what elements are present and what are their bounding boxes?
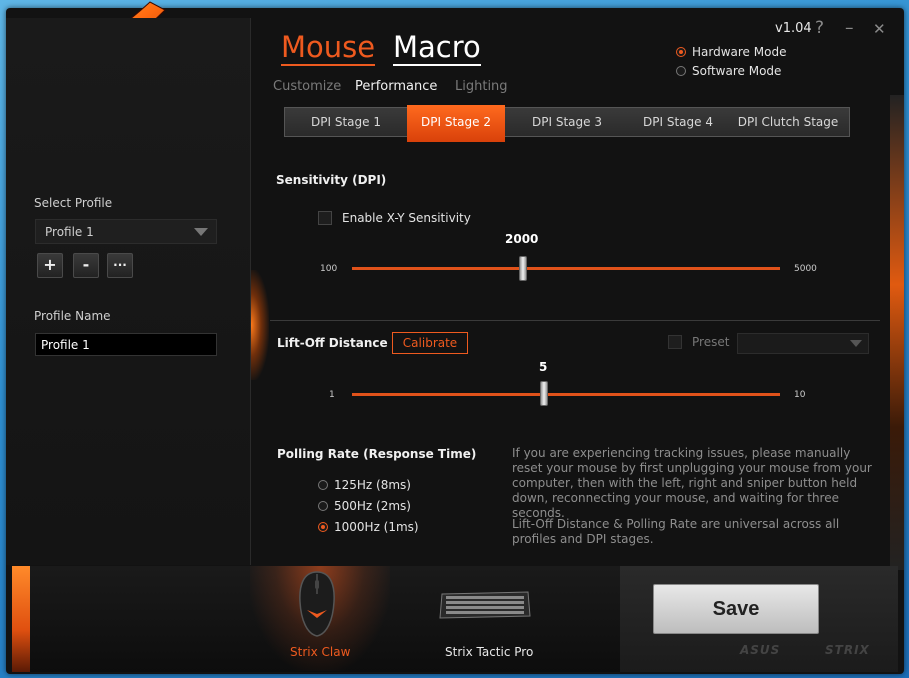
device-bar-accent bbox=[12, 566, 30, 672]
software-mode-label: Software Mode bbox=[692, 64, 782, 78]
tab-dpi-clutch-stage[interactable]: DPI Clutch Stage bbox=[727, 108, 849, 136]
preset-select[interactable] bbox=[737, 333, 869, 354]
profile-select[interactable]: Profile 1 bbox=[35, 219, 217, 244]
radio-icon bbox=[676, 66, 686, 76]
sensitivity-slider-track[interactable] bbox=[352, 267, 780, 270]
xy-sensitivity-label: Enable X-Y Sensitivity bbox=[342, 211, 471, 225]
keyboard-device-icon[interactable] bbox=[438, 588, 532, 622]
tab-macro[interactable]: Macro bbox=[393, 30, 481, 66]
sensitivity-value: 2000 bbox=[505, 232, 539, 246]
accent-glow bbox=[251, 270, 269, 380]
tab-dpi-stage-1[interactable]: DPI Stage 1 bbox=[285, 108, 407, 136]
subtab-customize[interactable]: Customize bbox=[273, 79, 341, 94]
preset-checkbox[interactable]: Preset bbox=[668, 335, 729, 349]
select-profile-label: Select Profile bbox=[34, 196, 113, 210]
polling-option-label: 125Hz (8ms) bbox=[334, 478, 411, 492]
polling-option-125[interactable]: 125Hz (8ms) bbox=[318, 478, 411, 492]
right-edge-accent bbox=[890, 95, 904, 570]
checkbox-icon bbox=[668, 335, 682, 349]
radio-icon bbox=[318, 522, 328, 532]
tab-dpi-stage-3[interactable]: DPI Stage 3 bbox=[505, 108, 629, 136]
more-options-button[interactable]: ··· bbox=[107, 253, 133, 278]
liftoff-slider-thumb[interactable] bbox=[540, 381, 548, 406]
preset-label: Preset bbox=[692, 335, 730, 349]
profile-name-label: Profile Name bbox=[34, 309, 111, 323]
tab-mouse[interactable]: Mouse bbox=[281, 30, 376, 66]
add-profile-button[interactable]: + bbox=[37, 253, 63, 278]
sensitivity-max: 5000 bbox=[794, 264, 817, 274]
polling-title: Polling Rate (Response Time) bbox=[277, 447, 477, 461]
sensitivity-slider-thumb[interactable] bbox=[519, 256, 527, 281]
software-mode-option[interactable]: Software Mode bbox=[676, 64, 781, 78]
info-text-universal: Lift-Off Distance & Polling Rate are uni… bbox=[512, 517, 840, 546]
chevron-down-icon bbox=[850, 340, 862, 347]
profile-select-value: Profile 1 bbox=[45, 225, 94, 239]
polling-option-500[interactable]: 500Hz (2ms) bbox=[318, 499, 411, 513]
polling-option-label: 1000Hz (1ms) bbox=[334, 520, 419, 534]
close-icon[interactable]: ✕ bbox=[873, 20, 886, 38]
left-panel bbox=[6, 18, 251, 565]
dpi-stage-tabs: DPI Stage 1 DPI Stage 2 DPI Stage 3 DPI … bbox=[284, 105, 850, 142]
polling-option-1000[interactable]: 1000Hz (1ms) bbox=[318, 520, 419, 534]
sensitivity-title: Sensitivity (DPI) bbox=[276, 173, 387, 187]
asus-logo: ASUS bbox=[740, 643, 781, 657]
tab-dpi-stage-2[interactable]: DPI Stage 2 bbox=[407, 105, 505, 142]
help-icon[interactable]: ? bbox=[815, 18, 824, 38]
liftoff-title: Lift-Off Distance bbox=[277, 336, 388, 350]
version-label: v1.04 bbox=[775, 21, 812, 36]
sensitivity-min: 100 bbox=[320, 264, 338, 274]
tab-dpi-stage-4[interactable]: DPI Stage 4 bbox=[629, 108, 727, 136]
hardware-mode-label: Hardware Mode bbox=[692, 45, 787, 59]
radio-icon bbox=[318, 501, 328, 511]
hardware-mode-option[interactable]: Hardware Mode bbox=[676, 45, 786, 59]
strix-logo: STRIX bbox=[825, 643, 870, 657]
subtab-performance[interactable]: Performance bbox=[355, 79, 437, 94]
remove-profile-button[interactable]: - bbox=[73, 253, 99, 278]
calibrate-button[interactable]: Calibrate bbox=[392, 332, 468, 354]
polling-option-label: 500Hz (2ms) bbox=[334, 499, 411, 513]
mouse-device-icon[interactable] bbox=[295, 570, 339, 638]
liftoff-value: 5 bbox=[539, 360, 548, 374]
checkbox-icon bbox=[318, 211, 332, 225]
radio-icon bbox=[318, 480, 328, 490]
xy-sensitivity-checkbox[interactable]: Enable X-Y Sensitivity bbox=[318, 211, 471, 225]
info-text-reset: If you are experiencing tracking issues,… bbox=[512, 446, 872, 520]
save-button[interactable]: Save bbox=[653, 584, 819, 634]
liftoff-max: 10 bbox=[794, 390, 806, 400]
liftoff-min: 1 bbox=[329, 390, 335, 400]
section-divider bbox=[270, 320, 880, 321]
device-strix-claw[interactable]: Strix Claw bbox=[290, 645, 350, 659]
liftoff-slider-track[interactable] bbox=[352, 393, 780, 396]
profile-name-input[interactable] bbox=[35, 333, 217, 356]
radio-icon bbox=[676, 47, 686, 57]
subtab-lighting[interactable]: Lighting bbox=[455, 79, 508, 94]
minimize-icon[interactable]: – bbox=[845, 18, 854, 38]
device-strix-tactic-pro[interactable]: Strix Tactic Pro bbox=[445, 645, 533, 659]
chevron-down-icon bbox=[194, 228, 208, 236]
